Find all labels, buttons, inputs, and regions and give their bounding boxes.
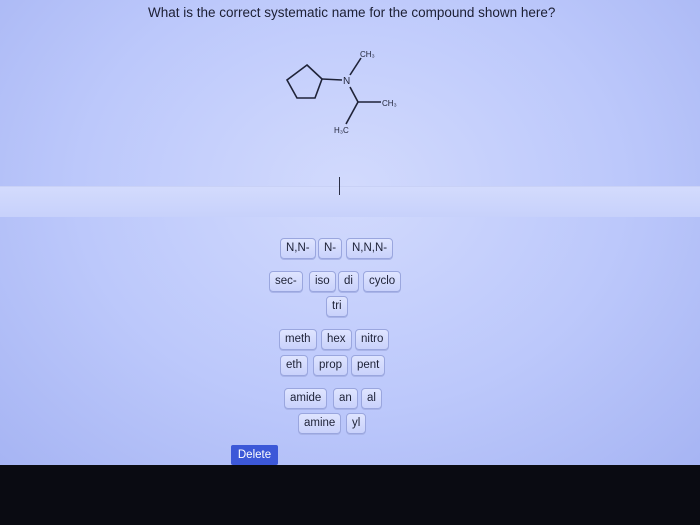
tile-sec[interactable]: sec- <box>269 271 303 292</box>
tile-yl[interactable]: yl <box>346 413 367 434</box>
tile-tri[interactable]: tri <box>326 296 348 317</box>
delete-button[interactable]: Delete <box>231 445 278 465</box>
ch-h3c-bond <box>345 101 359 125</box>
tile-meth[interactable]: meth <box>279 329 317 350</box>
tile-n[interactable]: N- <box>318 238 343 259</box>
tile-cyclo[interactable]: cyclo <box>363 271 402 292</box>
cyclopentane-ring <box>285 63 323 99</box>
answer-field[interactable] <box>0 186 700 217</box>
tile-nn[interactable]: N,N- <box>280 238 316 259</box>
tile-an[interactable]: an <box>333 388 358 409</box>
nitrogen-label: N <box>343 76 350 87</box>
tile-eth[interactable]: eth <box>280 355 308 376</box>
monitor-bezel <box>0 465 700 525</box>
n-ch-bond <box>349 86 359 103</box>
tile-prop[interactable]: prop <box>313 355 349 376</box>
tile-hex[interactable]: hex <box>321 329 352 350</box>
ch3-top-label: CH₃ <box>360 50 375 59</box>
tile-amine[interactable]: amine <box>298 413 342 434</box>
h3c-label: H₃C <box>334 126 349 135</box>
tile-amide[interactable]: amide <box>284 388 328 409</box>
tile-nnn[interactable]: N,N,N- <box>346 238 394 259</box>
n-methyl-bond <box>349 57 362 76</box>
tile-di[interactable]: di <box>338 271 359 292</box>
tile-pent[interactable]: pent <box>351 355 386 376</box>
tile-iso[interactable]: iso <box>309 271 336 292</box>
text-cursor <box>339 177 340 195</box>
question-screen: What is the correct systematic name for … <box>0 0 700 470</box>
ring-n-bond <box>321 78 343 81</box>
tile-nitro[interactable]: nitro <box>355 329 390 350</box>
tile-al[interactable]: al <box>361 388 382 409</box>
molecule-structure: N CH₃ CH₃ H₃C <box>285 50 397 135</box>
ch3-right-label: CH₃ <box>382 99 397 108</box>
